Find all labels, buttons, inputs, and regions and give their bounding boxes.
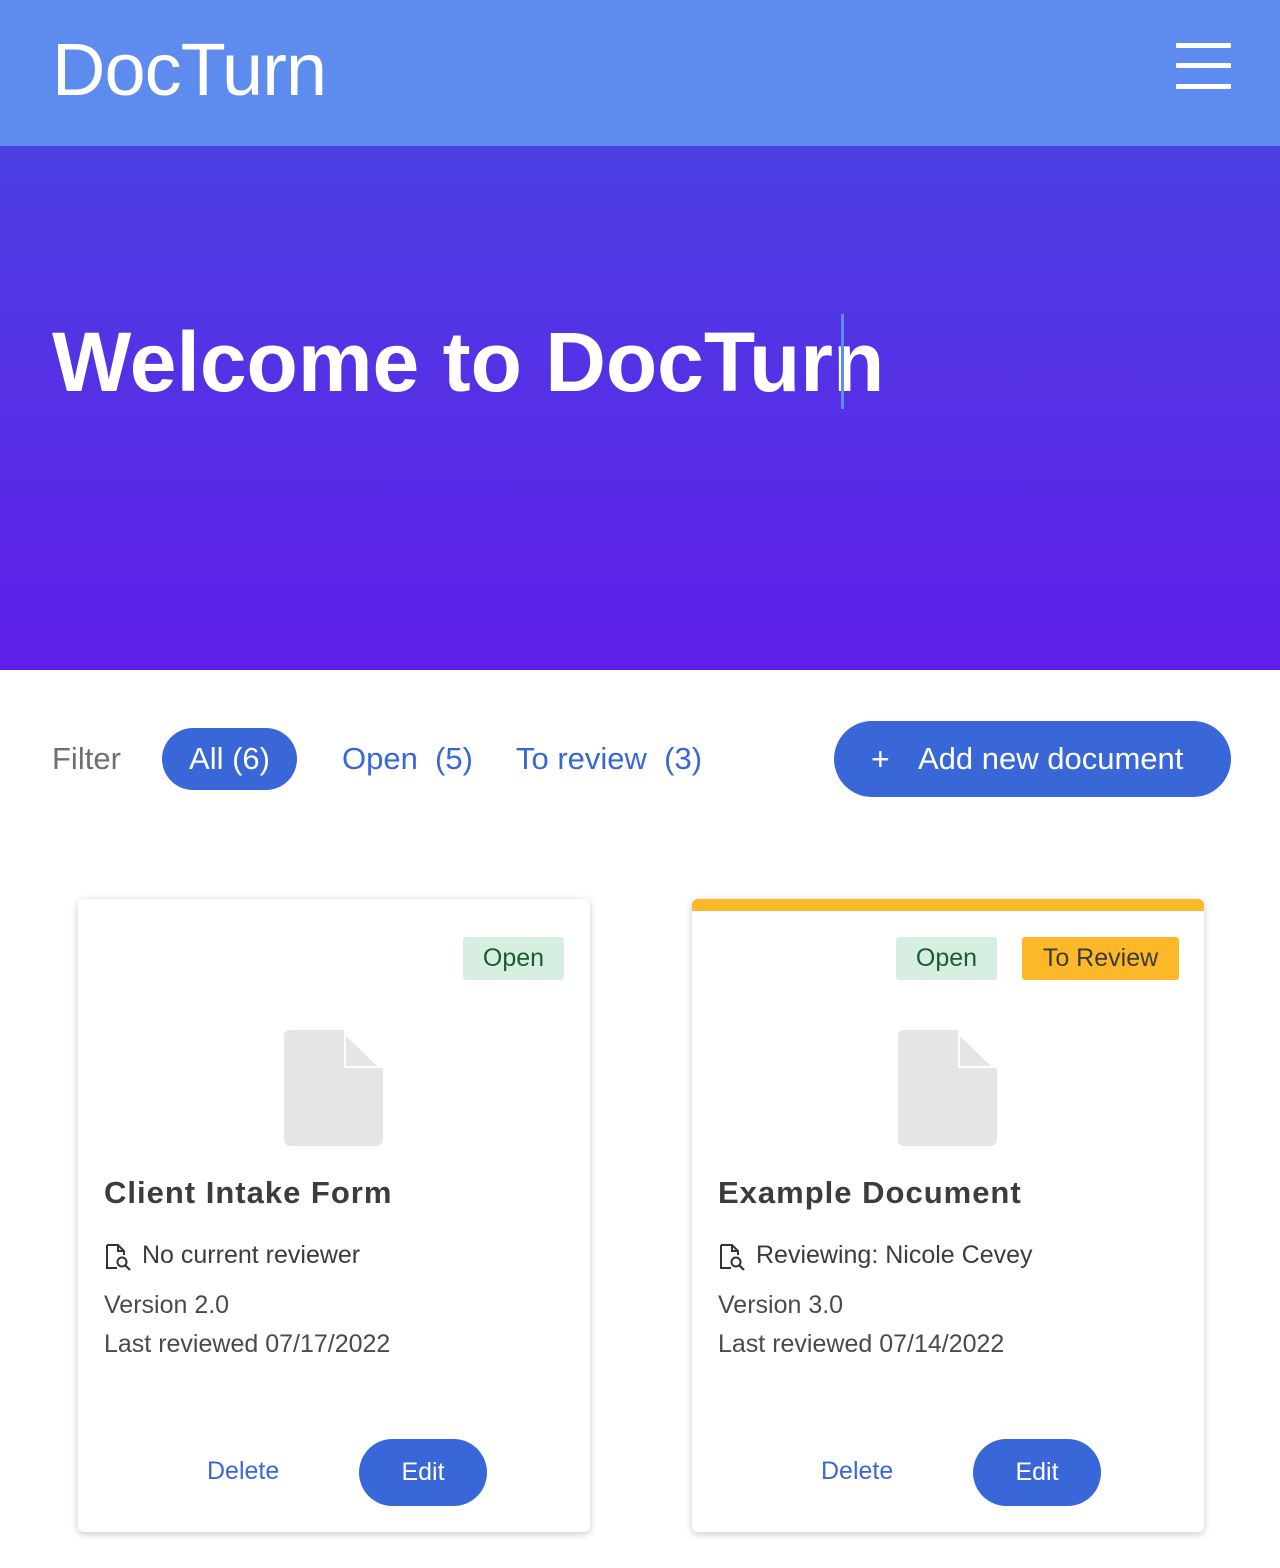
brand-logo-text[interactable]: DocTurn <box>52 28 327 112</box>
document-file-icon <box>284 1030 383 1146</box>
document-title: Client Intake Form <box>104 1175 393 1210</box>
edit-button[interactable]: Edit <box>359 1439 487 1506</box>
filter-all-pill[interactable]: All (6) <box>162 728 297 790</box>
document-version: Version 3.0 <box>718 1291 844 1319</box>
open-status-badge: Open <box>463 937 564 980</box>
reviewer-status: No current reviewer <box>142 1241 361 1269</box>
plus-icon: + <box>871 741 890 777</box>
hero-title: Welcome to DocTurn <box>52 315 885 409</box>
menu-bar-line <box>1176 63 1231 68</box>
top-navbar: DocTurn <box>0 0 1280 146</box>
filter-label: Filter <box>52 741 121 776</box>
document-version: Version 2.0 <box>104 1291 230 1319</box>
add-new-document-label: Add new document <box>918 741 1184 776</box>
document-search-icon <box>106 1244 131 1271</box>
last-reviewed-date: Last reviewed 07/17/2022 <box>104 1330 391 1358</box>
document-title: Example Document <box>718 1175 1022 1210</box>
hamburger-menu-icon[interactable] <box>1170 38 1236 98</box>
last-reviewed-date: Last reviewed 07/14/2022 <box>718 1330 1005 1358</box>
document-search-icon <box>720 1244 745 1271</box>
filter-open-pill[interactable]: Open (5) <box>342 728 473 790</box>
reviewer-status: Reviewing: Nicole Cevey <box>756 1241 1033 1269</box>
to-review-status-badge: To Review <box>1022 937 1179 980</box>
filter-to-review-pill[interactable]: To review (3) <box>516 728 702 790</box>
menu-bar-line <box>1176 84 1231 89</box>
document-file-icon <box>898 1030 997 1146</box>
document-card[interactable]: Open Client Intake Form No current revie… <box>78 899 590 1532</box>
menu-bar-line <box>1176 43 1231 48</box>
delete-button[interactable]: Delete <box>207 1457 279 1486</box>
open-status-badge: Open <box>896 937 997 980</box>
hero-banner: Welcome to DocTurn <box>0 146 1280 670</box>
document-card[interactable]: Open To Review Example Document Reviewin… <box>692 899 1204 1532</box>
edit-button[interactable]: Edit <box>973 1439 1101 1506</box>
add-new-document-button[interactable]: + Add new document <box>834 721 1231 797</box>
delete-button[interactable]: Delete <box>821 1457 893 1486</box>
typing-cursor <box>841 314 844 409</box>
